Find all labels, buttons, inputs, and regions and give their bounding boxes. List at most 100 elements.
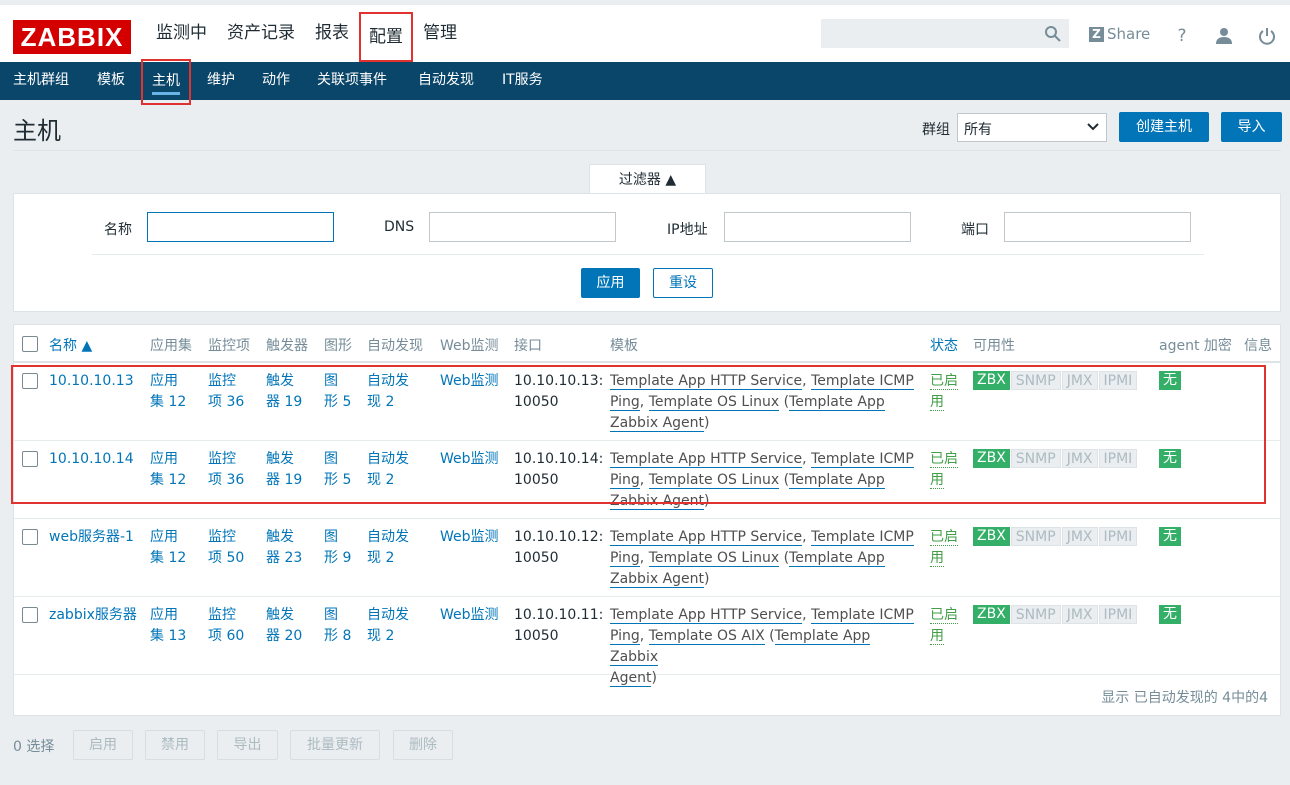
filter-tab[interactable]: 过滤器 ▲ bbox=[589, 164, 706, 194]
select-all-checkbox[interactable] bbox=[22, 336, 38, 352]
web-link[interactable]: Web监测 bbox=[440, 605, 499, 626]
triggers-link[interactable]: 触发器 20 bbox=[266, 605, 302, 647]
row-checkbox[interactable] bbox=[22, 529, 38, 545]
template-link[interactable]: Zabbix Agent bbox=[610, 493, 705, 510]
template-link[interactable]: Ping bbox=[610, 550, 640, 567]
template-link[interactable]: Template App bbox=[789, 472, 885, 489]
discovery-link[interactable]: 自动发现 2 bbox=[367, 371, 409, 413]
template-link[interactable]: Agent bbox=[610, 670, 652, 687]
filter-apply-button[interactable]: 应用 bbox=[581, 268, 640, 298]
filter-ip-input[interactable] bbox=[724, 212, 911, 242]
template-link[interactable]: Template App HTTP Service bbox=[610, 607, 803, 624]
status-toggle[interactable]: 已启用 bbox=[930, 605, 958, 647]
template-link[interactable]: Template App bbox=[789, 394, 885, 411]
filter-reset-button[interactable]: 重设 bbox=[653, 268, 713, 298]
template-link[interactable]: Template OS Linux bbox=[648, 472, 780, 489]
create-host-button[interactable]: 创建主机 bbox=[1119, 112, 1209, 142]
template-link[interactable]: Template App bbox=[789, 550, 885, 567]
menu-administration[interactable]: 管理 bbox=[413, 5, 467, 62]
applications-link[interactable]: 应用集 12 bbox=[150, 527, 186, 569]
search-icon[interactable] bbox=[1044, 25, 1062, 43]
web-link[interactable]: Web监测 bbox=[440, 527, 499, 548]
graphs-link-line1: 图 bbox=[324, 607, 338, 623]
graphs-link[interactable]: 图形 5 bbox=[324, 449, 351, 491]
graphs-link[interactable]: 图形 5 bbox=[324, 371, 351, 413]
help-icon[interactable]: ? bbox=[1172, 26, 1192, 46]
template-link[interactable]: Template ICMP bbox=[811, 373, 914, 390]
applications-link[interactable]: 应用集 12 bbox=[150, 371, 186, 413]
disable-button[interactable]: 禁用 bbox=[145, 730, 205, 760]
host-name-link[interactable]: web服务器-1 bbox=[49, 527, 134, 548]
row-checkbox[interactable] bbox=[22, 607, 38, 623]
template-link[interactable]: Zabbix Agent bbox=[610, 571, 705, 588]
import-button[interactable]: 导入 bbox=[1221, 112, 1282, 142]
delete-button[interactable]: 删除 bbox=[393, 730, 453, 760]
status-toggle[interactable]: 已启用 bbox=[930, 371, 958, 413]
menu-inventory[interactable]: 资产记录 bbox=[217, 5, 305, 62]
template-link[interactable]: Template ICMP bbox=[811, 451, 914, 468]
mass-update-button[interactable]: 批量更新 bbox=[290, 730, 380, 760]
filter-dns-input[interactable] bbox=[429, 212, 616, 242]
template-link[interactable]: Ping bbox=[610, 472, 640, 489]
host-name-link[interactable]: 10.10.10.13 bbox=[49, 371, 134, 392]
graphs-link[interactable]: 图形 8 bbox=[324, 605, 351, 647]
template-link[interactable]: Template OS AIX bbox=[648, 628, 765, 645]
discovery-link[interactable]: 自动发现 2 bbox=[367, 449, 409, 491]
submenu-discovery[interactable]: 自动发现 bbox=[418, 62, 474, 100]
col-status[interactable]: 状态 bbox=[930, 335, 958, 355]
items-link[interactable]: 监控项 36 bbox=[208, 449, 244, 491]
submenu-it-services[interactable]: IT服务 bbox=[502, 62, 543, 100]
template-link[interactable]: Template App HTTP Service bbox=[610, 529, 803, 546]
filter-port-input[interactable] bbox=[1004, 212, 1191, 242]
status-toggle[interactable]: 已启用 bbox=[930, 527, 958, 569]
discovery-link[interactable]: 自动发现 2 bbox=[367, 527, 409, 569]
submenu-actions[interactable]: 动作 bbox=[262, 62, 290, 100]
web-link[interactable]: Web监测 bbox=[440, 449, 499, 470]
submenu-host-groups[interactable]: 主机群组 bbox=[13, 62, 69, 100]
template-link[interactable]: Template OS Linux bbox=[648, 550, 780, 567]
template-link[interactable]: Zabbix Agent bbox=[610, 415, 705, 432]
global-search-input[interactable] bbox=[821, 19, 1069, 48]
zabbix-logo[interactable]: ZABBIX bbox=[13, 20, 131, 54]
applications-link[interactable]: 应用集 12 bbox=[150, 449, 186, 491]
group-select[interactable]: 所有 bbox=[957, 113, 1107, 142]
row-checkbox[interactable] bbox=[22, 373, 38, 389]
power-icon[interactable] bbox=[1257, 26, 1277, 46]
col-name[interactable]: 名称 ▲ bbox=[49, 335, 92, 355]
submenu-hosts[interactable]: 主机 bbox=[141, 59, 191, 105]
triggers-link[interactable]: 触发器 19 bbox=[266, 449, 302, 491]
submenu-templates[interactable]: 模板 bbox=[97, 62, 125, 100]
template-link[interactable]: Template App HTTP Service bbox=[610, 373, 803, 390]
host-name-link[interactable]: zabbix服务器 bbox=[49, 605, 137, 626]
graphs-link[interactable]: 图形 9 bbox=[324, 527, 351, 569]
menu-reports[interactable]: 报表 bbox=[305, 5, 359, 62]
template-link[interactable]: Template App HTTP Service bbox=[610, 451, 803, 468]
applications-link[interactable]: 应用集 13 bbox=[150, 605, 186, 647]
menu-configuration[interactable]: 配置 bbox=[359, 12, 413, 62]
template-link[interactable]: Ping bbox=[610, 628, 640, 645]
template-link[interactable]: Ping bbox=[610, 394, 640, 411]
filter-name-input[interactable] bbox=[147, 212, 334, 242]
user-icon[interactable] bbox=[1214, 26, 1234, 46]
menu-monitoring[interactable]: 监测中 bbox=[146, 5, 217, 62]
web-link[interactable]: Web监测 bbox=[440, 371, 499, 392]
template-link[interactable]: Template ICMP bbox=[811, 607, 914, 624]
status-text-line1: 已启 bbox=[930, 529, 958, 546]
items-link[interactable]: 监控项 50 bbox=[208, 527, 244, 569]
export-button[interactable]: 导出 bbox=[217, 730, 278, 760]
submenu-correlation[interactable]: 关联项事件 bbox=[317, 62, 387, 100]
availability-badges: ZBX SNMP JMX IPMI bbox=[973, 371, 1138, 390]
triggers-link[interactable]: 触发器 19 bbox=[266, 371, 302, 413]
items-link[interactable]: 监控项 60 bbox=[208, 605, 244, 647]
enable-button[interactable]: 启用 bbox=[73, 730, 133, 760]
items-link[interactable]: 监控项 36 bbox=[208, 371, 244, 413]
discovery-link[interactable]: 自动发现 2 bbox=[367, 605, 409, 647]
host-name-link[interactable]: 10.10.10.14 bbox=[49, 449, 134, 470]
share-link[interactable]: Z Share bbox=[1089, 24, 1150, 44]
template-link[interactable]: Template OS Linux bbox=[648, 394, 780, 411]
status-toggle[interactable]: 已启用 bbox=[930, 449, 958, 491]
triggers-link[interactable]: 触发器 23 bbox=[266, 527, 302, 569]
row-checkbox[interactable] bbox=[22, 451, 38, 467]
submenu-maintenance[interactable]: 维护 bbox=[207, 62, 235, 100]
template-link[interactable]: Template ICMP bbox=[811, 529, 914, 546]
